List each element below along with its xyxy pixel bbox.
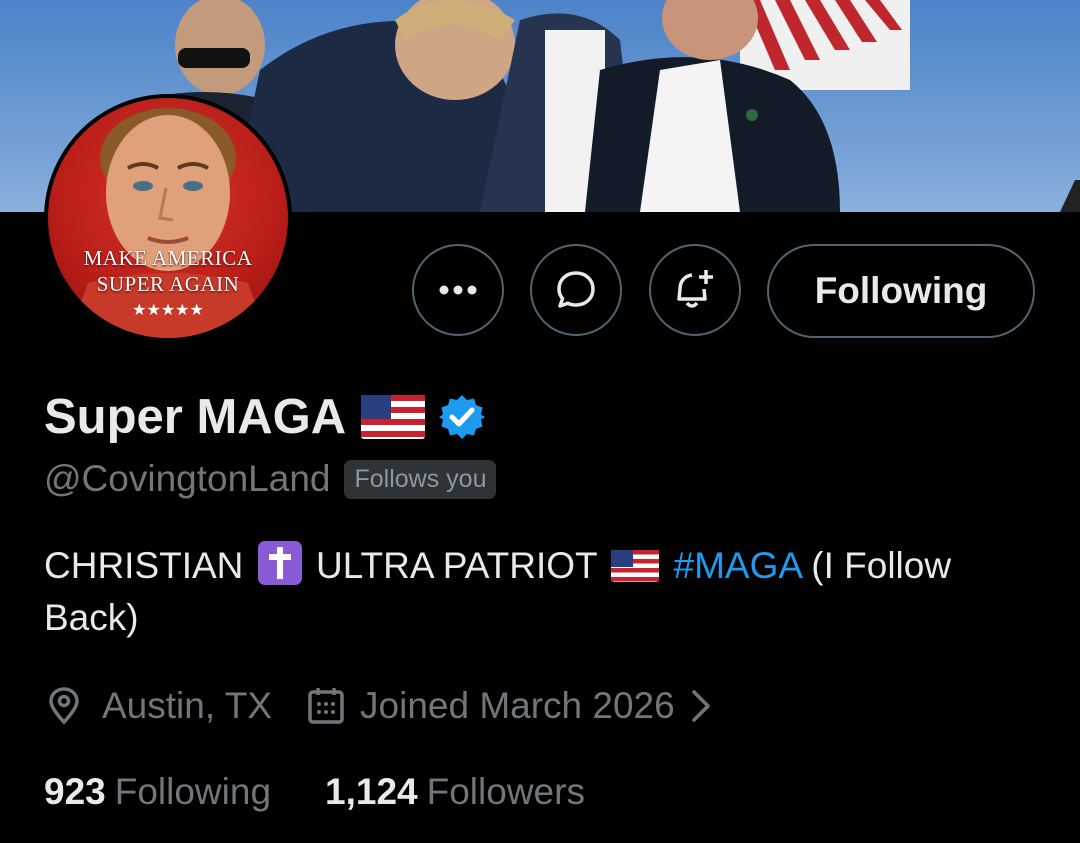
message-button[interactable] (530, 244, 622, 336)
profile-avatar[interactable]: MAKE AMERICA SUPER AGAIN ★★★★★ (44, 94, 292, 342)
message-icon (557, 271, 595, 308)
avatar-caption-line1: MAKE AMERICA (83, 246, 253, 270)
display-name-row: Super MAGA (44, 385, 486, 449)
verified-badge-icon[interactable] (438, 393, 486, 441)
more-options-button[interactable] (412, 244, 504, 336)
location-text: Austin, TX (102, 685, 273, 726)
display-name: Super MAGA (44, 390, 347, 444)
chevron-right-icon[interactable] (689, 688, 713, 724)
latin-cross-icon (257, 541, 302, 585)
avatar-image: MAKE AMERICA SUPER AGAIN ★★★★★ (48, 98, 288, 338)
bio-text-1: CHRISTIAN (44, 545, 244, 586)
followers-count: 1,124 (325, 771, 418, 812)
location-pin-icon (49, 687, 79, 725)
hashtag-link[interactable]: #MAGA (674, 545, 802, 586)
notifications-button[interactable] (649, 244, 741, 336)
us-flag-icon (361, 395, 426, 439)
following-count: 923 (44, 771, 106, 812)
follows-you-badge: Follows you (344, 459, 497, 499)
profile-bio: CHRISTIAN ULTRA PATRIOT #MAGA (I Follow … (44, 540, 1034, 644)
joined-date[interactable]: Joined March 2026 (360, 685, 675, 727)
followers-label: Followers (426, 771, 585, 812)
more-icon (439, 285, 477, 295)
avatar-caption-line2: SUPER AGAIN (96, 272, 240, 296)
avatar-stars: ★★★★★ (132, 302, 204, 319)
follow-stats: 923 Following 1,124 Followers (44, 766, 585, 818)
username-handle: @CovingtonLand (44, 458, 331, 499)
calendar-icon (308, 688, 344, 724)
bio-text-2: ULTRA PATRIOT (315, 545, 597, 586)
following-label: Following (114, 771, 272, 812)
following-stat-link[interactable]: 923 Following (44, 771, 271, 813)
followers-stat-link[interactable]: 1,124 Followers (325, 771, 585, 813)
us-flag-icon (611, 550, 660, 582)
profile-meta: Austin, TX Joined March 2026 (44, 680, 713, 732)
bell-plus-icon (677, 270, 713, 308)
following-button[interactable]: Following (767, 244, 1035, 338)
handle-row: @CovingtonLand Follows you (44, 458, 497, 500)
